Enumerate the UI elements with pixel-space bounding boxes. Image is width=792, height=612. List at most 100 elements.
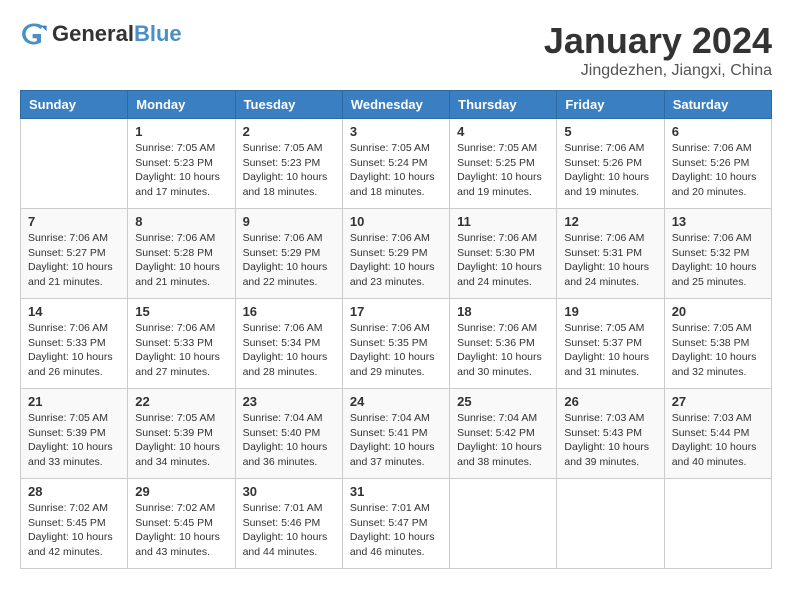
calendar-cell: 31 Sunrise: 7:01 AM Sunset: 5:47 PM Dayli… [342,479,449,569]
day-info: Sunrise: 7:05 AM Sunset: 5:24 PM Dayligh… [350,141,442,200]
calendar-cell [21,119,128,209]
calendar-cell: 30 Sunrise: 7:01 AM Sunset: 5:46 PM Dayli… [235,479,342,569]
day-info: Sunrise: 7:06 AM Sunset: 5:34 PM Dayligh… [243,321,335,380]
day-info: Sunrise: 7:01 AM Sunset: 5:46 PM Dayligh… [243,501,335,560]
day-info: Sunrise: 7:06 AM Sunset: 5:29 PM Dayligh… [350,231,442,290]
logo-blue: Blue [134,21,182,46]
day-info: Sunrise: 7:06 AM Sunset: 5:31 PM Dayligh… [564,231,656,290]
day-number: 1 [135,124,227,139]
day-info: Sunrise: 7:06 AM Sunset: 5:30 PM Dayligh… [457,231,549,290]
day-info: Sunrise: 7:06 AM Sunset: 5:26 PM Dayligh… [672,141,764,200]
day-info: Sunrise: 7:06 AM Sunset: 5:33 PM Dayligh… [28,321,120,380]
weekday-header: Tuesday [235,91,342,119]
calendar-table: SundayMondayTuesdayWednesdayThursdayFrid… [20,90,772,569]
calendar-week-row: 1 Sunrise: 7:05 AM Sunset: 5:23 PM Daylig… [21,119,772,209]
day-number: 17 [350,304,442,319]
day-number: 13 [672,214,764,229]
calendar-cell: 4 Sunrise: 7:05 AM Sunset: 5:25 PM Daylig… [450,119,557,209]
day-info: Sunrise: 7:06 AM Sunset: 5:26 PM Dayligh… [564,141,656,200]
day-number: 6 [672,124,764,139]
day-info: Sunrise: 7:06 AM Sunset: 5:32 PM Dayligh… [672,231,764,290]
day-number: 22 [135,394,227,409]
calendar-week-row: 28Sunrise: 7:02 AM Sunset: 5:45 PM Dayli… [21,479,772,569]
calendar-cell: 12 Sunrise: 7:06 AM Sunset: 5:31 PM Dayli… [557,209,664,299]
location: Jingdezhen, Jiangxi, China [544,62,772,80]
weekday-header: Sunday [21,91,128,119]
day-number: 24 [350,394,442,409]
day-info: Sunrise: 7:04 AM Sunset: 5:41 PM Dayligh… [350,411,442,470]
page-header: GeneralBlue January 2024 Jingdezhen, Jia… [20,20,772,80]
calendar-cell: 17 Sunrise: 7:06 AM Sunset: 5:35 PM Dayli… [342,299,449,389]
calendar-cell: 16 Sunrise: 7:06 AM Sunset: 5:34 PM Dayli… [235,299,342,389]
logo-icon [20,20,48,48]
calendar-week-row: 14 Sunrise: 7:06 AM Sunset: 5:33 PM Dayli… [21,299,772,389]
day-number: 31 [350,484,442,499]
calendar-cell: 2 Sunrise: 7:05 AM Sunset: 5:23 PM Daylig… [235,119,342,209]
weekday-header-row: SundayMondayTuesdayWednesdayThursdayFrid… [21,91,772,119]
day-number: 18 [457,304,549,319]
day-number: 14 [28,304,120,319]
calendar-cell: 8Sunrise: 7:06 AM Sunset: 5:28 PM Daylig… [128,209,235,299]
weekday-header: Thursday [450,91,557,119]
weekday-header: Monday [128,91,235,119]
day-info: Sunrise: 7:05 AM Sunset: 5:37 PM Dayligh… [564,321,656,380]
calendar-cell: 27 Sunrise: 7:03 AM Sunset: 5:44 PM Dayli… [664,389,771,479]
day-info: Sunrise: 7:02 AM Sunset: 5:45 PM Dayligh… [135,501,227,560]
day-info: Sunrise: 7:05 AM Sunset: 5:23 PM Dayligh… [243,141,335,200]
day-number: 12 [564,214,656,229]
calendar-cell [557,479,664,569]
day-number: 11 [457,214,549,229]
calendar-cell [450,479,557,569]
day-number: 27 [672,394,764,409]
calendar-week-row: 21Sunrise: 7:05 AM Sunset: 5:39 PM Dayli… [21,389,772,479]
day-number: 9 [243,214,335,229]
day-info: Sunrise: 7:06 AM Sunset: 5:29 PM Dayligh… [243,231,335,290]
day-number: 19 [564,304,656,319]
calendar-cell: 14 Sunrise: 7:06 AM Sunset: 5:33 PM Dayli… [21,299,128,389]
calendar-cell: 5 Sunrise: 7:06 AM Sunset: 5:26 PM Daylig… [557,119,664,209]
day-number: 30 [243,484,335,499]
calendar-cell: 13 Sunrise: 7:06 AM Sunset: 5:32 PM Dayli… [664,209,771,299]
day-info: Sunrise: 7:05 AM Sunset: 5:39 PM Dayligh… [135,411,227,470]
day-number: 26 [564,394,656,409]
calendar-cell: 3 Sunrise: 7:05 AM Sunset: 5:24 PM Daylig… [342,119,449,209]
day-number: 29 [135,484,227,499]
day-number: 16 [243,304,335,319]
calendar-cell: 21Sunrise: 7:05 AM Sunset: 5:39 PM Dayli… [21,389,128,479]
day-info: Sunrise: 7:04 AM Sunset: 5:40 PM Dayligh… [243,411,335,470]
calendar-cell: 20Sunrise: 7:05 AM Sunset: 5:38 PM Dayli… [664,299,771,389]
day-number: 10 [350,214,442,229]
logo: GeneralBlue [20,20,182,48]
day-info: Sunrise: 7:03 AM Sunset: 5:43 PM Dayligh… [564,411,656,470]
calendar-cell: 1Sunrise: 7:05 AM Sunset: 5:23 PM Daylig… [128,119,235,209]
month-title: January 2024 [544,20,772,62]
calendar-cell: 10 Sunrise: 7:06 AM Sunset: 5:29 PM Dayli… [342,209,449,299]
calendar-cell: 6 Sunrise: 7:06 AM Sunset: 5:26 PM Daylig… [664,119,771,209]
calendar-cell: 15Sunrise: 7:06 AM Sunset: 5:33 PM Dayli… [128,299,235,389]
day-number: 3 [350,124,442,139]
day-number: 25 [457,394,549,409]
day-info: Sunrise: 7:01 AM Sunset: 5:47 PM Dayligh… [350,501,442,560]
day-info: Sunrise: 7:06 AM Sunset: 5:36 PM Dayligh… [457,321,549,380]
day-number: 8 [135,214,227,229]
day-number: 4 [457,124,549,139]
calendar-cell: 9 Sunrise: 7:06 AM Sunset: 5:29 PM Daylig… [235,209,342,299]
day-info: Sunrise: 7:02 AM Sunset: 5:45 PM Dayligh… [28,501,120,560]
calendar-cell: 25Sunrise: 7:04 AM Sunset: 5:42 PM Dayli… [450,389,557,479]
day-info: Sunrise: 7:05 AM Sunset: 5:39 PM Dayligh… [28,411,120,470]
calendar-cell: 29 Sunrise: 7:02 AM Sunset: 5:45 PM Dayli… [128,479,235,569]
day-number: 2 [243,124,335,139]
day-info: Sunrise: 7:06 AM Sunset: 5:35 PM Dayligh… [350,321,442,380]
calendar-cell: 26 Sunrise: 7:03 AM Sunset: 5:43 PM Dayli… [557,389,664,479]
calendar-cell: 24 Sunrise: 7:04 AM Sunset: 5:41 PM Dayli… [342,389,449,479]
day-info: Sunrise: 7:05 AM Sunset: 5:38 PM Dayligh… [672,321,764,380]
weekday-header: Saturday [664,91,771,119]
calendar-week-row: 7Sunrise: 7:06 AM Sunset: 5:27 PM Daylig… [21,209,772,299]
calendar-cell: 23Sunrise: 7:04 AM Sunset: 5:40 PM Dayli… [235,389,342,479]
day-info: Sunrise: 7:03 AM Sunset: 5:44 PM Dayligh… [672,411,764,470]
day-number: 5 [564,124,656,139]
day-info: Sunrise: 7:05 AM Sunset: 5:25 PM Dayligh… [457,141,549,200]
calendar-cell: 7Sunrise: 7:06 AM Sunset: 5:27 PM Daylig… [21,209,128,299]
logo-wordmark: GeneralBlue [52,21,182,47]
title-section: January 2024 Jingdezhen, Jiangxi, China [544,20,772,80]
